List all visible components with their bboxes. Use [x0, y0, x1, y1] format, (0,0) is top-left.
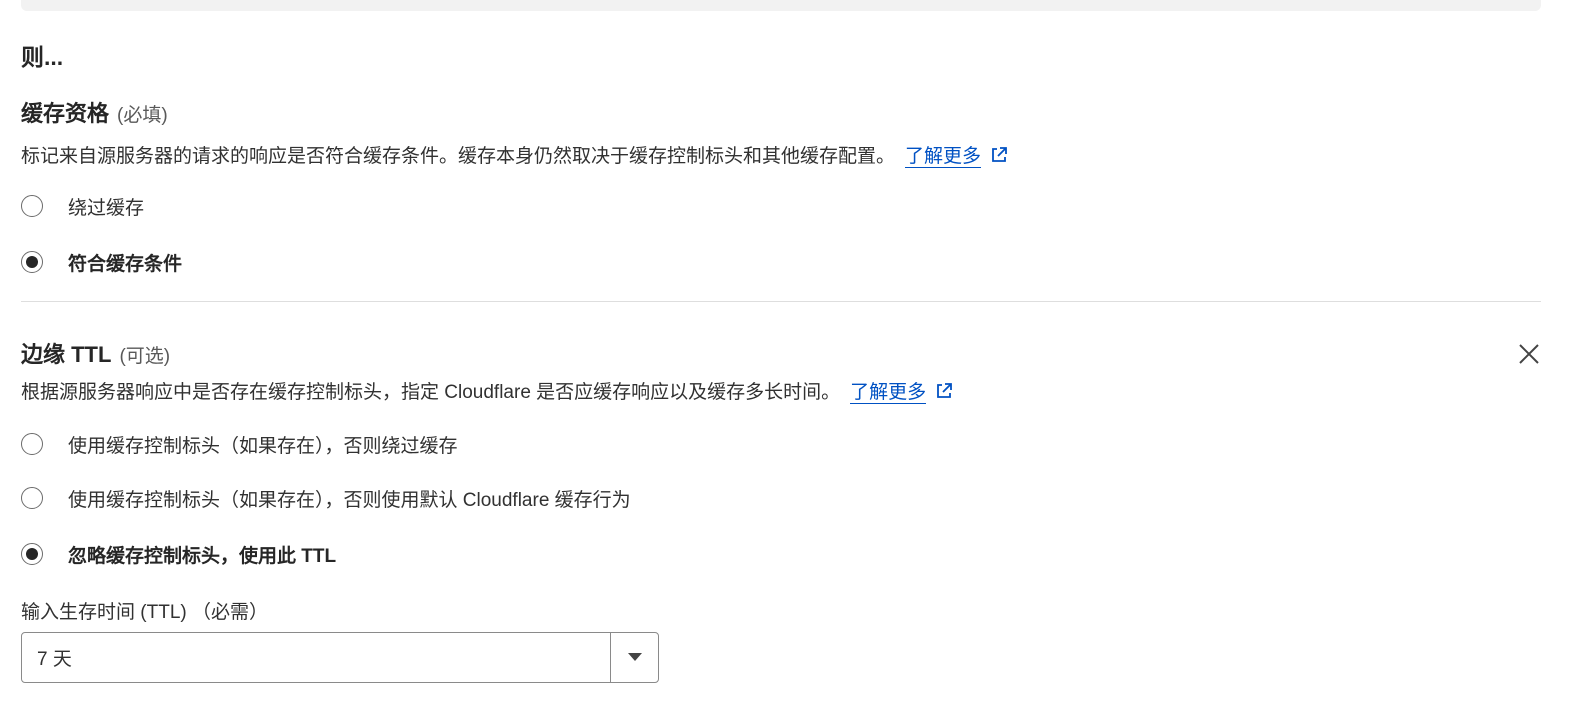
radio-label: 使用缓存控制标头（如果存在），否则使用默认 Cloudflare 缓存行为 — [68, 489, 631, 511]
learn-more-link[interactable]: 了解更多 — [850, 382, 927, 404]
dropdown-toggle[interactable] — [610, 633, 658, 682]
ttl-select[interactable]: 7 天 — [21, 632, 659, 683]
optional-qualifier: (可选) — [119, 346, 171, 367]
radio-selected-dot — [26, 256, 38, 268]
radio-selected-dot — [26, 548, 38, 560]
radio-button-selected[interactable] — [21, 543, 43, 565]
radio-button-selected[interactable] — [21, 251, 43, 273]
radio-label: 使用缓存控制标头（如果存在），否则绕过缓存 — [68, 435, 458, 457]
radio-use-header-else-bypass[interactable]: 使用缓存控制标头（如果存在），否则绕过缓存 — [21, 431, 458, 457]
close-icon[interactable] — [1515, 340, 1543, 368]
previous-section-panel — [21, 0, 1541, 11]
radio-button[interactable] — [21, 195, 43, 217]
radio-button[interactable] — [21, 433, 43, 455]
section-divider — [21, 301, 1541, 302]
radio-use-header-else-default[interactable]: 使用缓存控制标头（如果存在），否则使用默认 Cloudflare 缓存行为 — [21, 485, 631, 511]
ttl-field-label: 输入生存时间 (TTL) （必需） — [21, 602, 268, 623]
radio-label: 忽略缓存控制标头，使用此 TTL — [68, 545, 337, 567]
external-link-icon[interactable] — [989, 145, 1009, 171]
learn-more-link[interactable]: 了解更多 — [905, 146, 982, 168]
external-link-icon[interactable] — [934, 381, 954, 407]
radio-ignore-header-use-ttl[interactable]: 忽略缓存控制标头，使用此 TTL — [21, 541, 336, 567]
radio-label: 符合缓存条件 — [68, 253, 183, 275]
cache-eligibility-description-text: 标记来自源服务器的请求的响应是否符合缓存条件。缓存本身仍然取决于缓存控制标头和其… — [21, 146, 896, 167]
then-heading: 则... — [21, 44, 64, 70]
caret-down-icon — [627, 649, 643, 667]
radio-button[interactable] — [21, 487, 43, 509]
ttl-select-value: 7 天 — [37, 649, 72, 670]
cache-eligibility-description: 标记来自源服务器的请求的响应是否符合缓存条件。缓存本身仍然取决于缓存控制标头和其… — [21, 141, 1009, 171]
edge-ttl-title: 边缘 TTL (可选) — [21, 337, 170, 369]
edge-ttl-title-text: 边缘 TTL — [21, 342, 112, 367]
cache-eligibility-title-text: 缓存资格 — [21, 101, 110, 126]
cache-eligibility-title: 缓存资格 (必填) — [21, 96, 168, 128]
edge-ttl-description: 根据源服务器响应中是否存在缓存控制标头，指定 Cloudflare 是否应缓存响… — [21, 377, 954, 407]
required-qualifier: (必填) — [117, 105, 168, 126]
radio-bypass-cache[interactable]: 绕过缓存 — [21, 193, 144, 219]
radio-label: 绕过缓存 — [68, 197, 145, 219]
radio-eligible-for-cache[interactable]: 符合缓存条件 — [21, 249, 182, 275]
edge-ttl-description-text: 根据源服务器响应中是否存在缓存控制标头，指定 Cloudflare 是否应缓存响… — [21, 382, 841, 403]
